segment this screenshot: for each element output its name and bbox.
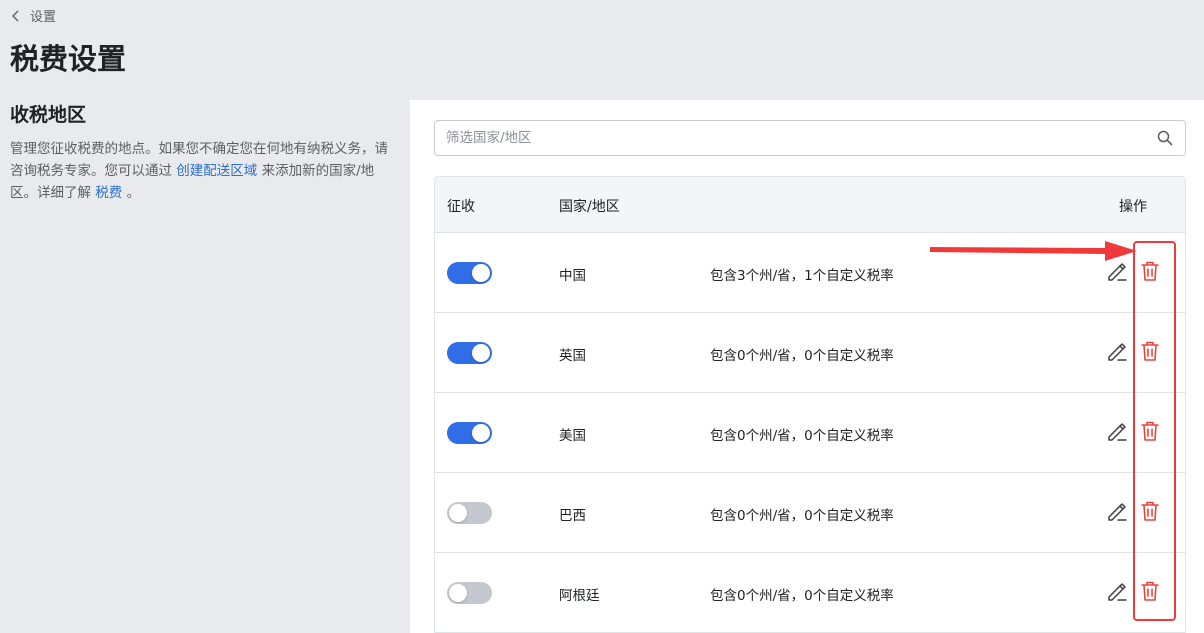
header-country: 国家/地区 — [559, 199, 620, 215]
table-row: 英国 包含0个州/省，0个自定义税率 — [435, 313, 1185, 393]
create-shipping-zone-link[interactable]: 创建配送区域 — [176, 163, 257, 179]
tax-regions-table: 征收 国家/地区 操作 中国 包含3个州/省，1个自定义税率 英国 包含0个州/… — [434, 176, 1186, 633]
trash-icon[interactable] — [1139, 420, 1161, 442]
region-summary: 包含3个州/省，1个自定义税率 — [710, 268, 894, 284]
table-row: 中国 包含3个州/省，1个自定义税率 — [435, 233, 1185, 313]
page-title: 税费设置 — [10, 42, 127, 76]
collect-tax-toggle[interactable] — [447, 502, 492, 524]
filter-country-input[interactable] — [435, 121, 1185, 155]
section-info: 收税地区 管理您征收税费的地点。如果您不确定您在何地有纳税义务，请咨询税务专家。… — [10, 100, 395, 204]
section-title: 收税地区 — [10, 104, 87, 126]
toggle-knob — [449, 584, 467, 602]
pencil-icon[interactable] — [1106, 260, 1128, 282]
pencil-icon[interactable] — [1106, 580, 1128, 602]
filter-search-box — [434, 120, 1186, 156]
trash-icon[interactable] — [1139, 340, 1161, 362]
region-summary: 包含0个州/省，0个自定义税率 — [710, 428, 894, 444]
table-row: 美国 包含0个州/省，0个自定义税率 — [435, 393, 1185, 473]
table-header: 征收 国家/地区 操作 — [435, 177, 1185, 233]
tax-regions-panel: 征收 国家/地区 操作 中国 包含3个州/省，1个自定义税率 英国 包含0个州/… — [410, 100, 1204, 633]
toggle-knob — [472, 424, 490, 442]
country-name: 中国 — [559, 268, 586, 284]
pencil-icon[interactable] — [1106, 500, 1128, 522]
pencil-icon[interactable] — [1106, 420, 1128, 442]
trash-icon[interactable] — [1139, 580, 1161, 602]
header-actions: 操作 — [1119, 199, 1147, 215]
toggle-knob — [449, 504, 467, 522]
collect-tax-toggle[interactable] — [447, 422, 492, 444]
trash-icon[interactable] — [1139, 260, 1161, 282]
collect-tax-toggle[interactable] — [447, 582, 492, 604]
header-collect: 征收 — [447, 199, 475, 215]
country-name: 阿根廷 — [559, 588, 600, 604]
collect-tax-toggle[interactable] — [447, 342, 492, 364]
region-summary: 包含0个州/省，0个自定义税率 — [710, 588, 894, 604]
breadcrumb-back[interactable]: 设置 — [10, 6, 56, 25]
toggle-knob — [472, 344, 490, 362]
section-description: 管理您征收税费的地点。如果您不确定您在何地有纳税义务，请咨询税务专家。您可以通过… — [10, 138, 395, 204]
section-desc-text: 。 — [122, 185, 141, 201]
chevron-left-icon — [12, 10, 19, 21]
toggle-knob — [472, 264, 490, 282]
search-icon[interactable] — [1157, 130, 1173, 146]
region-summary: 包含0个州/省，0个自定义税率 — [710, 508, 894, 524]
breadcrumb-label: 设置 — [30, 10, 57, 25]
trash-icon[interactable] — [1139, 500, 1161, 522]
region-summary: 包含0个州/省，0个自定义税率 — [710, 348, 894, 364]
taxes-learn-more-link[interactable]: 税费 — [95, 185, 122, 201]
collect-tax-toggle[interactable] — [447, 262, 492, 284]
country-name: 英国 — [559, 348, 586, 364]
table-row: 巴西 包含0个州/省，0个自定义税率 — [435, 473, 1185, 553]
table-row: 阿根廷 包含0个州/省，0个自定义税率 — [435, 553, 1185, 633]
country-name: 巴西 — [559, 508, 586, 524]
pencil-icon[interactable] — [1106, 340, 1128, 362]
country-name: 美国 — [559, 428, 586, 444]
